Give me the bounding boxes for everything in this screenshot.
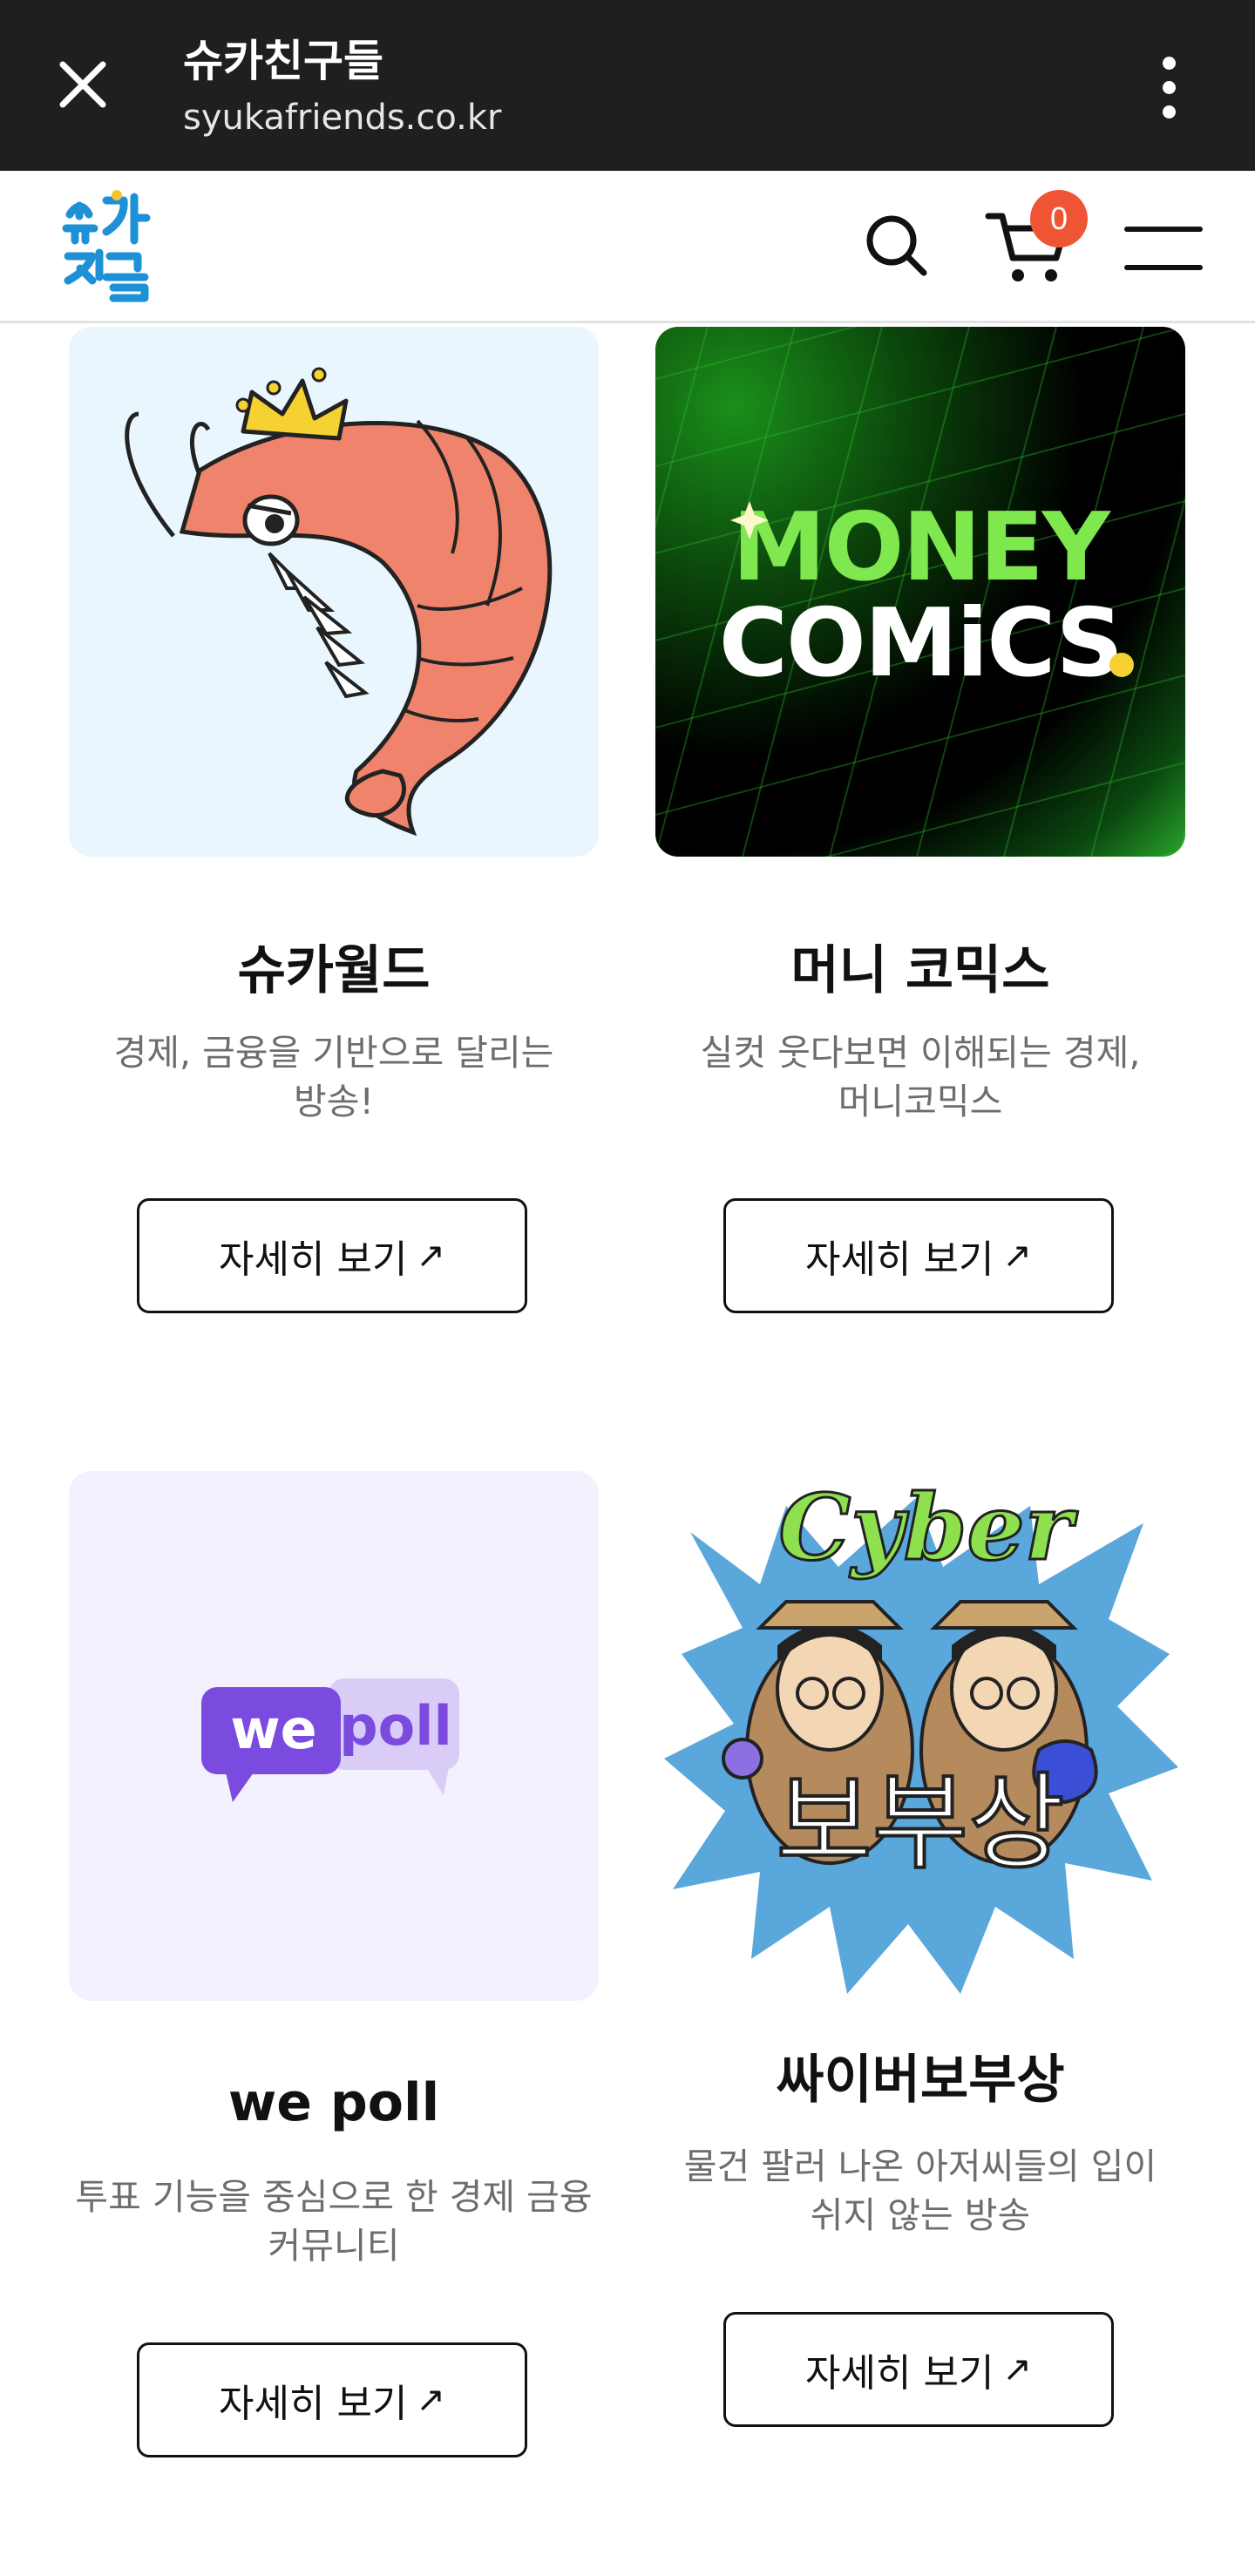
arrow-up-right-icon: ↗ [1002,1236,1032,1276]
channel-card-money-comics: MONEY COMiCS 머니 코믹스 실컷 웃다보면 이해되는 경제, 머니코… [655,327,1185,1316]
site-header: 0 [0,173,1255,323]
wepoll-thumbnail[interactable]: we poll [69,1471,599,2001]
more-options-icon[interactable] [1150,57,1189,119]
arrow-up-right-icon: ↗ [416,2380,445,2420]
menu-icon[interactable] [1124,227,1203,270]
bobusang-logo-text: 보부상 [774,1763,1066,1884]
card-description: 투표 기능을 중심으로 한 경제 금융 커뮤니티 [75,2176,593,2267]
browser-page-title: 슈카친구들 [183,36,383,86]
channel-card-wepoll: we poll we poll 투표 기능을 중심으로 한 경제 금융 커뮤니티… [69,1471,599,2460]
channel-card-cyber-bobusang: Cyber 보부상 싸이버보부상 물건 팔러 나온 아저씨들의 입이 쉬지 않는… [655,1471,1185,2430]
card-description: 물건 팔러 나온 아저씨들의 입이 쉬지 않는 방송 [683,2146,1157,2236]
wepoll-poll-text: poll [339,1694,452,1758]
card-title: 머니 코믹스 [790,940,1050,1001]
channel-card-syukaworld: 슈카월드 경제, 금융을 기반으로 달리는 방송! 자세히 보기 ↗ [69,327,599,1316]
search-icon[interactable] [863,212,929,278]
card-description: 실컷 웃다보면 이해되는 경제, 머니코믹스 [700,1032,1141,1122]
view-details-button[interactable]: 자세히 보기 ↗ [137,1198,527,1313]
sparkle-icon [730,501,1134,677]
site-logo[interactable] [61,190,157,303]
shrimp-illustration [125,367,553,837]
arrow-up-right-icon: ↗ [416,1236,445,1276]
cyber-logo-text: Cyber [777,1474,1074,1581]
cyber-bobusang-thumbnail[interactable]: Cyber 보부상 [655,1471,1185,2001]
card-title: we poll [227,2072,440,2133]
view-details-button[interactable]: 자세히 보기 ↗ [137,2342,527,2457]
arrow-up-right-icon: ↗ [1002,2349,1032,2390]
cart-count-badge: 0 [1030,190,1088,247]
card-title: 싸이버보부상 [776,2050,1065,2111]
wepoll-we-text: we [230,1698,317,1761]
view-details-button[interactable]: 자세히 보기 ↗ [723,1198,1114,1313]
card-description: 경제, 금융을 기반으로 달리는 방송! [113,1032,554,1122]
browser-toolbar: 슈카친구들 syukafriends.co.kr [0,0,1255,171]
money-comics-thumbnail[interactable]: MONEY COMiCS [655,327,1185,857]
view-details-button[interactable]: 자세히 보기 ↗ [723,2312,1114,2427]
card-title: 슈카월드 [237,940,431,1001]
browser-url[interactable]: syukafriends.co.kr [183,98,501,138]
close-icon[interactable] [52,54,113,115]
syukaworld-thumbnail[interactable] [69,327,599,857]
